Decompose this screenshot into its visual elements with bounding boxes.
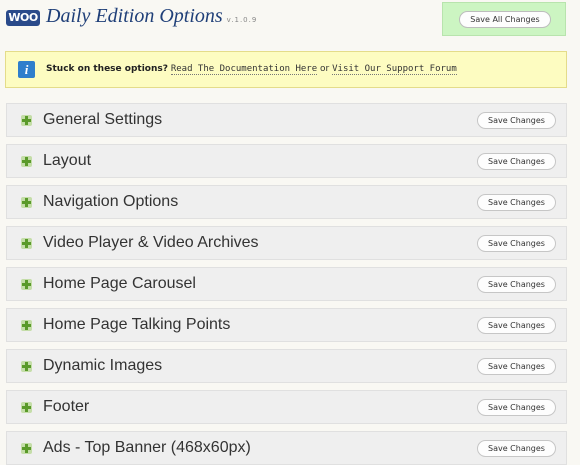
save-changes-button[interactable]: Save Changes	[477, 194, 556, 211]
section-title[interactable]: General Settings	[43, 111, 162, 129]
section-title[interactable]: Dynamic Images	[43, 357, 162, 375]
page-header: WOO Daily Edition Options v.1.0.9 Save Al…	[0, 0, 580, 40]
plus-icon[interactable]	[21, 402, 32, 413]
save-changes-button[interactable]: Save Changes	[477, 276, 556, 293]
plus-icon[interactable]	[21, 443, 32, 454]
notice-lead: Stuck on these options?	[46, 64, 168, 74]
section-title[interactable]: Layout	[43, 152, 91, 170]
plus-icon[interactable]	[21, 279, 32, 290]
section-dynamic-images[interactable]: Dynamic Images Save Changes	[6, 349, 567, 383]
plus-icon[interactable]	[21, 156, 32, 167]
section-layout[interactable]: Layout Save Changes	[6, 144, 567, 178]
plus-icon[interactable]	[21, 238, 32, 249]
save-changes-button[interactable]: Save Changes	[477, 235, 556, 252]
section-title[interactable]: Home Page Talking Points	[43, 316, 230, 334]
support-forum-link[interactable]: Visit Our Support Forum	[332, 64, 457, 75]
section-general-settings[interactable]: General Settings Save Changes	[6, 103, 567, 137]
section-title[interactable]: Ads - Top Banner (468x60px)	[43, 439, 251, 457]
section-home-page-carousel[interactable]: Home Page Carousel Save Changes	[6, 267, 567, 301]
plus-icon[interactable]	[21, 361, 32, 372]
plus-icon[interactable]	[21, 115, 32, 126]
documentation-link[interactable]: Read The Documentation Here	[170, 64, 318, 75]
save-changes-button[interactable]: Save Changes	[477, 153, 556, 170]
save-all-changes-button[interactable]: Save All Changes	[459, 11, 551, 28]
section-title[interactable]: Footer	[43, 398, 89, 416]
info-icon: i	[18, 61, 35, 78]
plus-icon[interactable]	[21, 197, 32, 208]
save-changes-button[interactable]: Save Changes	[477, 358, 556, 375]
save-changes-button[interactable]: Save Changes	[477, 112, 556, 129]
help-notice: i Stuck on these options? Read The Docum…	[5, 51, 567, 88]
save-changes-button[interactable]: Save Changes	[477, 317, 556, 334]
section-video-player[interactable]: Video Player & Video Archives Save Chang…	[6, 226, 567, 260]
section-title[interactable]: Video Player & Video Archives	[43, 234, 259, 252]
save-changes-button[interactable]: Save Changes	[477, 399, 556, 416]
section-title[interactable]: Home Page Carousel	[43, 275, 196, 293]
save-changes-button[interactable]: Save Changes	[477, 440, 556, 457]
section-footer[interactable]: Footer Save Changes	[6, 390, 567, 424]
notice-separator: or	[320, 64, 330, 74]
page-title: Daily Edition Options v.1.0.9	[46, 5, 257, 28]
section-title[interactable]: Navigation Options	[43, 193, 178, 211]
notice-text: Stuck on these options? Read The Documen…	[46, 64, 457, 75]
version-label: v.1.0.9	[226, 16, 258, 24]
plus-icon[interactable]	[21, 320, 32, 331]
section-talking-points[interactable]: Home Page Talking Points Save Changes	[6, 308, 567, 342]
section-ads-top-banner[interactable]: Ads - Top Banner (468x60px) Save Changes	[6, 431, 567, 465]
section-navigation-options[interactable]: Navigation Options Save Changes	[6, 185, 567, 219]
woo-logo: WOO	[6, 10, 40, 26]
page-title-text: Daily Edition Options	[46, 5, 223, 27]
save-all-panel: Save All Changes	[442, 2, 566, 36]
